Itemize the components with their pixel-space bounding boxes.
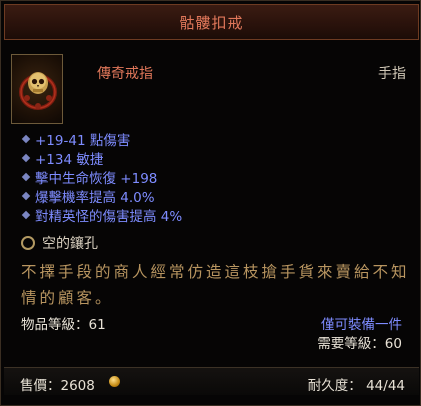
unique-equipped-note: 僅可裝備一件 <box>321 317 402 333</box>
socket-ring-icon <box>21 236 35 250</box>
stat-line: +19-41 點傷害 <box>21 129 182 149</box>
diamond-bullet-icon <box>21 134 31 143</box>
stat-text: 爆擊機率提高 4.0% <box>35 189 155 206</box>
gold-coin-icon <box>109 376 120 387</box>
stat-line: +134 敏捷 <box>21 148 182 168</box>
item-tooltip: 骷髏扣戒 傳奇戒指 手指 +19-41 點傷害 +134 敏捷 擊中生命恢復 +… <box>0 0 421 406</box>
diamond-bullet-icon <box>21 172 31 181</box>
durability: 耐久度： 44/44 <box>307 378 405 394</box>
item-type: 傳奇戒指 <box>97 66 153 82</box>
stat-text: +134 敏捷 <box>35 151 104 168</box>
stat-line: 對精英怪的傷害提高 4% <box>21 205 183 225</box>
stat-text: 擊中生命恢復 +198 <box>35 170 158 187</box>
item-level: 物品等級：61 <box>21 317 106 333</box>
item-slot: 手指 <box>378 66 406 82</box>
stat-line: 擊中生命恢復 +198 <box>21 167 182 187</box>
socket-label: 空的鑲孔 <box>42 236 98 252</box>
stat-text: 對精英怪的傷害提高 4% <box>35 208 183 225</box>
stat-text: +19-41 點傷害 <box>35 132 131 149</box>
flavor-text: 不擇手段的商人經常仿造這枝搶手貨來賣給不知情的顧客。 <box>21 263 410 307</box>
item-name: 骷髏扣戒 <box>179 13 244 32</box>
skull-ring-icon <box>19 72 57 110</box>
diamond-bullet-icon <box>21 153 31 162</box>
tooltip-footer: 售價：2608 耐久度： 44/44 <box>4 367 419 395</box>
required-level: 需要等級：60 <box>317 336 402 352</box>
item-icon-frame <box>11 54 63 124</box>
diamond-bullet-icon <box>21 210 31 219</box>
item-title-bar: 骷髏扣戒 <box>4 4 419 40</box>
sell-price: 售價：2608 <box>20 378 95 394</box>
stat-line: 爆擊機率提高 4.0% <box>21 186 182 206</box>
empty-socket: 空的鑲孔 <box>21 233 98 253</box>
stats-list: +19-41 點傷害 +134 敏捷 擊中生命恢復 +198 爆擊機率提高 4.… <box>21 129 183 225</box>
diamond-bullet-icon <box>21 191 31 200</box>
